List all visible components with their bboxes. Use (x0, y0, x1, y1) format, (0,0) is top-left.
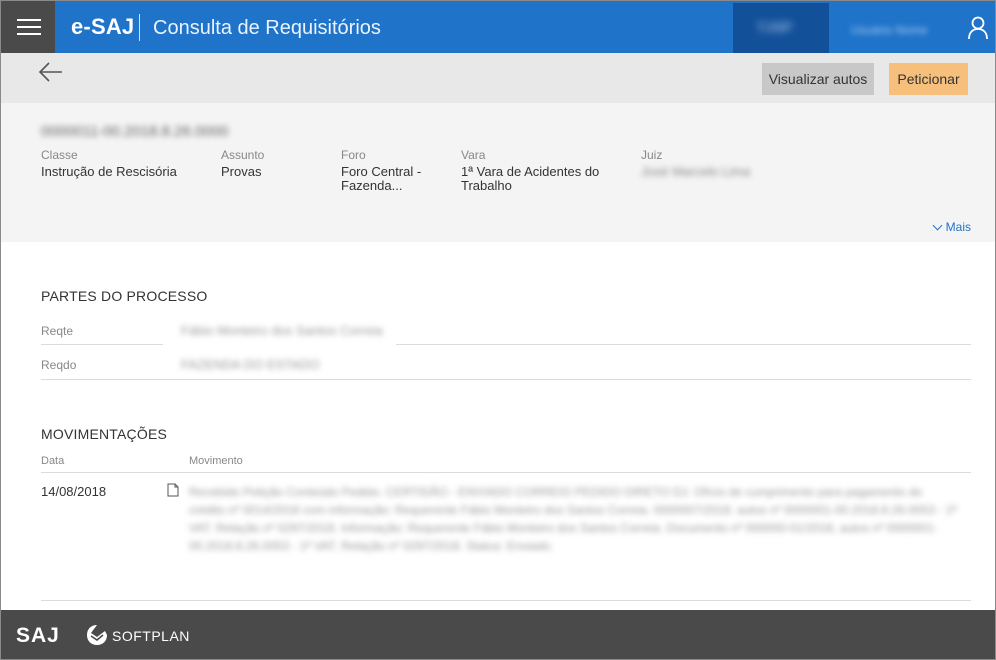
brand-separator (139, 14, 140, 41)
petition-button[interactable]: Peticionar (889, 63, 968, 95)
view-records-button[interactable]: Visualizar autos (762, 63, 874, 95)
divider (41, 472, 971, 473)
app-title: Consulta de Requisitórios (153, 17, 381, 39)
court-badge[interactable]: TJSP (733, 3, 829, 53)
hamburger-menu-icon[interactable] (1, 1, 55, 53)
top-bar: e-SAJ Consulta de Requisitórios TJSP Usu… (1, 1, 995, 53)
field-label: Foro (341, 148, 366, 162)
divider (41, 600, 971, 601)
field-value: 1ª Vara de Acidentes do Trabalho (461, 164, 600, 193)
field-label: Vara (461, 148, 486, 162)
field-value: Foro Central - Fazenda... (341, 164, 422, 193)
footer: SAJ SOFTPLAN (1, 610, 995, 659)
field-label: Juiz (641, 148, 663, 162)
movement-description: Recebido Petição Conteúdo Pedido. CERTID… (189, 485, 957, 553)
field-label: Classe (41, 148, 78, 162)
movement-date: 14/08/2018 (41, 484, 107, 499)
more-label: Mais (945, 220, 971, 234)
document-icon[interactable] (167, 483, 179, 497)
action-bar: Visualizar autos Peticionar (1, 53, 995, 103)
party-label: Reqte (41, 324, 74, 338)
parties-title: PARTES DO PROCESSO (41, 288, 208, 304)
user-icon[interactable] (967, 16, 989, 40)
party-name: Fábio Monteiro dos Santos Correia (181, 323, 383, 338)
field-label: Assunto (221, 148, 265, 162)
divider (396, 344, 971, 345)
field-value: Instrução de Rescisória (41, 164, 177, 179)
field-classe: Classe Instrução de Rescisória (41, 148, 211, 179)
app-window: e-SAJ Consulta de Requisitórios TJSP Usu… (0, 0, 996, 660)
process-info: 0000011-00.2018.8.26.0000 Classe Instruç… (1, 103, 995, 242)
column-header-date: Data (41, 455, 65, 467)
field-value: José Marcelo Lima (641, 164, 751, 179)
party-name: FAZENDA DO ESTADO (181, 357, 320, 372)
user-name[interactable]: Usuário Nome (851, 23, 928, 37)
chevron-down-icon (932, 220, 943, 231)
column-header-movement: Movimento (189, 455, 243, 467)
divider (41, 379, 971, 380)
field-foro: Foro Foro Central - Fazenda... (341, 148, 441, 193)
field-vara: Vara 1ª Vara de Acidentes do Trabalho (461, 148, 621, 193)
divider (41, 344, 163, 345)
softplan-logo-text: SOFTPLAN (112, 628, 190, 644)
back-arrow-icon[interactable] (37, 61, 65, 83)
field-value: Provas (221, 164, 262, 179)
court-label: TJSP (757, 19, 793, 35)
softplan-logo-icon (87, 625, 107, 645)
party-label: Reqdo (41, 358, 77, 372)
movements-title: MOVIMENTAÇÕES (41, 426, 168, 442)
field-juiz: Juiz José Marcelo Lima (641, 148, 801, 179)
saj-logo: SAJ (16, 624, 60, 647)
process-number: 0000011-00.2018.8.26.0000 (41, 123, 229, 140)
brand-logo[interactable]: e-SAJ (71, 14, 134, 40)
field-assunto: Assunto Provas (221, 148, 331, 179)
more-link[interactable]: Mais (932, 220, 971, 234)
